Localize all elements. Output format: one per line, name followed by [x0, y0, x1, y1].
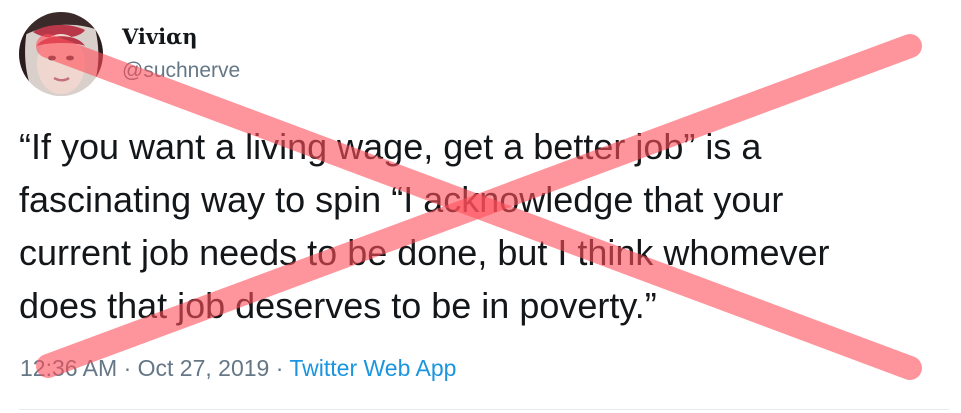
tweet-card: Viviαη @suchnerve “If you want a living …	[0, 0, 961, 413]
tweet-time[interactable]: 12:36 AM	[20, 355, 117, 381]
tweet-source-link[interactable]: Twitter Web App	[289, 355, 456, 381]
tweet-text-line: current job needs to be done, but I thin…	[19, 232, 830, 273]
tweet-text-line: “If you want a living wage, get a better…	[19, 126, 762, 167]
avatar[interactable]	[19, 12, 103, 96]
author-display-name[interactable]: Viviαη	[122, 24, 198, 50]
tweet-metadata: 12:36 AM · Oct 27, 2019 · Twitter Web Ap…	[20, 353, 456, 383]
author-handle[interactable]: @suchnerve	[122, 58, 240, 84]
tweet-text-line: fascinating way to spin “I acknowledge t…	[19, 179, 784, 220]
tweet-text: “If you want a living wage, get a better…	[19, 120, 949, 332]
divider	[19, 409, 949, 410]
tweet-text-line: does that job deserves to be in poverty.…	[19, 285, 657, 326]
tweet-date[interactable]: Oct 27, 2019	[138, 355, 270, 381]
avatar-photo	[19, 12, 103, 96]
meta-separator: ·	[123, 355, 132, 381]
meta-separator: ·	[275, 355, 284, 381]
